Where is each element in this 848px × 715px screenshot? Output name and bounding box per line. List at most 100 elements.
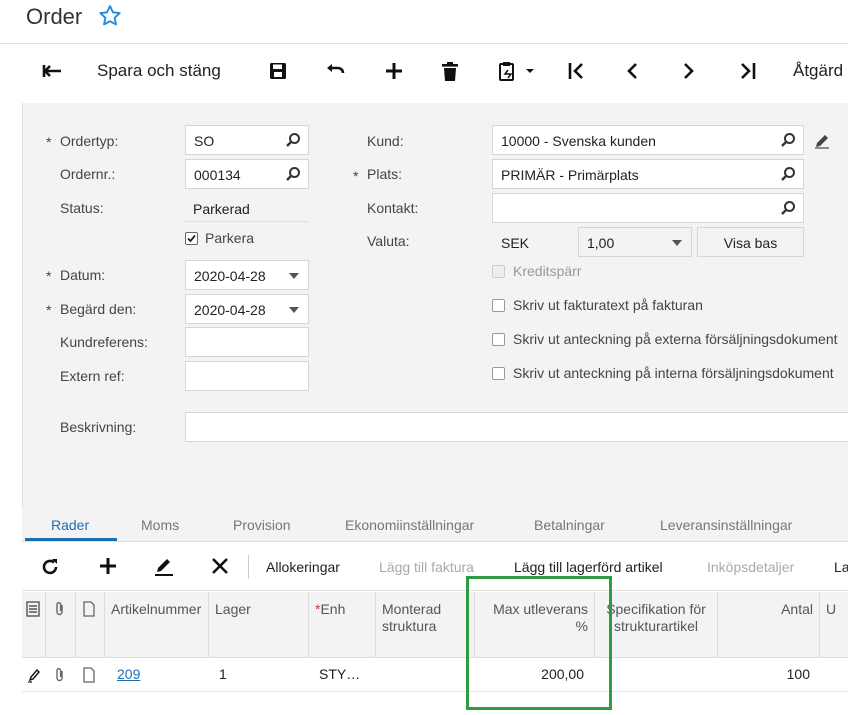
skriv-fakturatext-checkbox[interactable]: [492, 299, 505, 312]
tab-rader[interactable]: Rader: [51, 517, 89, 533]
visa-bas-button[interactable]: Visa bas: [697, 227, 804, 257]
last-record-icon[interactable]: [736, 57, 760, 85]
grid-toolbar: Allokeringar Lägg till faktura Lägg till…: [22, 543, 848, 591]
row-paperclip-icon[interactable]: [53, 667, 67, 686]
col-files[interactable]: [76, 592, 105, 658]
col-artikelnummer[interactable]: Artikelnummer: [105, 592, 209, 658]
delete-icon[interactable]: [439, 57, 461, 85]
col-attachments[interactable]: [46, 592, 76, 658]
paperclip-icon: [56, 602, 63, 616]
refresh-icon[interactable]: [40, 557, 60, 580]
active-tab-indicator: [25, 538, 117, 541]
delete-row-icon[interactable]: [211, 557, 229, 578]
parkera-checkbox[interactable]: [185, 232, 198, 245]
next-record-icon[interactable]: [677, 57, 701, 85]
previous-record-icon[interactable]: [620, 57, 644, 85]
add-row-icon[interactable]: [99, 557, 117, 578]
grid-header: Artikelnummer Lager *Enh Monterad strukt…: [22, 592, 848, 658]
externref-field[interactable]: [185, 361, 309, 391]
back-arrow-icon[interactable]: [38, 57, 66, 85]
save-close-button[interactable]: Spara och stäng: [97, 57, 221, 85]
lagg-till-lagerford-button[interactable]: Lägg till lagerförd artikel: [514, 559, 663, 575]
actions-label: Åtgärd: [793, 61, 844, 80]
search-icon[interactable]: [285, 166, 301, 185]
search-icon[interactable]: [780, 200, 796, 219]
inkopsdetaljer-button[interactable]: Inköpsdetaljer: [707, 559, 794, 575]
row-antal: 100: [786, 666, 810, 682]
plats-field[interactable]: PRIMÄR - Primärplats: [492, 159, 804, 189]
status-value: Parkerad: [193, 201, 250, 217]
highlight-annotation: [466, 576, 612, 710]
allokeringar-button[interactable]: Allokeringar: [266, 559, 340, 575]
col-enh[interactable]: *Enh: [309, 592, 376, 658]
kreditsparr-label: Kreditspärr: [513, 263, 582, 279]
more-toolbar-button[interactable]: La: [834, 559, 848, 575]
beskrivning-field[interactable]: [185, 412, 848, 442]
search-icon[interactable]: [780, 132, 796, 151]
lagg-till-faktura-button[interactable]: Lägg till faktura: [379, 559, 474, 575]
search-icon[interactable]: [285, 132, 301, 151]
edit-pencil-icon[interactable]: [814, 133, 830, 152]
datum-field[interactable]: 2020-04-28: [185, 260, 309, 290]
tab-moms[interactable]: Moms: [141, 517, 179, 533]
row-edit-pencil-icon[interactable]: [27, 667, 41, 686]
ordernr-label: Ordernr.:: [60, 166, 116, 182]
tab-betalningar[interactable]: Betalningar: [534, 517, 605, 533]
ordernr-value: 000134: [194, 167, 241, 183]
tab-ekonomiinstallningar[interactable]: Ekonomiinställningar: [345, 517, 474, 533]
skriv-fakturatext-label: Skriv ut fakturatext på fakturan: [513, 297, 703, 313]
chevron-down-icon[interactable]: [672, 240, 682, 246]
col-lager[interactable]: Lager: [209, 592, 309, 658]
grid-empty-area: [22, 692, 848, 715]
row-file-icon[interactable]: [82, 667, 96, 686]
clipboard-dropdown-icon[interactable]: [496, 57, 538, 85]
first-record-icon[interactable]: [564, 57, 588, 85]
begard-field[interactable]: 2020-04-28: [185, 294, 309, 324]
kund-value: 10000 - Svenska kunden: [501, 133, 656, 149]
col-specifikation[interactable]: Specifikation för strukturartikel: [595, 592, 718, 658]
skriv-interna-checkbox[interactable]: [492, 367, 505, 380]
chevron-down-icon[interactable]: [289, 273, 299, 279]
col-antal[interactable]: Antal: [718, 592, 820, 658]
ordertyp-label: Ordertyp:: [60, 133, 119, 149]
add-icon[interactable]: [382, 57, 406, 85]
valuta-label: Valuta:: [367, 233, 410, 249]
kund-field[interactable]: 10000 - Svenska kunden: [492, 125, 804, 155]
col-monterad[interactable]: Monterad struktura: [376, 592, 475, 658]
tab-leveransinstallningar[interactable]: Leveransinställningar: [660, 517, 792, 533]
kreditsparr-checkbox: [492, 265, 505, 278]
toolbar-divider: [248, 555, 249, 579]
chevron-down-icon[interactable]: [289, 307, 299, 313]
col-u[interactable]: U: [820, 592, 848, 658]
edit-icon[interactable]: [154, 557, 174, 580]
title-bar: Order: [0, 0, 848, 44]
skriv-interna-label: Skriv ut anteckning på interna försäljni…: [513, 365, 834, 381]
row-artikel-link[interactable]: 209: [117, 666, 140, 682]
kund-label: Kund:: [367, 133, 404, 149]
detail-tabs: Rader Moms Provision Ekonomiinställninga…: [22, 508, 848, 542]
undo-icon[interactable]: [322, 57, 348, 85]
save-icon[interactable]: [266, 57, 290, 85]
actions-menu[interactable]: Åtgärd: [793, 57, 843, 85]
beskrivning-label: Beskrivning:: [60, 419, 137, 435]
order-header-form: * Ordertyp: SO Ordernr.: 000134 Status: …: [22, 103, 848, 508]
ordertyp-field[interactable]: SO: [185, 125, 309, 155]
col-enh-label: Enh: [320, 601, 346, 617]
col-notes[interactable]: [22, 592, 46, 658]
plats-value: PRIMÄR - Primärplats: [501, 167, 639, 183]
kundref-field[interactable]: [185, 327, 309, 357]
tab-provision[interactable]: Provision: [233, 517, 291, 533]
plats-label: Plats:: [367, 166, 403, 182]
skriv-externa-checkbox[interactable]: [492, 333, 505, 346]
search-icon[interactable]: [780, 166, 796, 185]
ordernr-field[interactable]: 000134: [185, 159, 309, 189]
parkera-label: Parkera: [205, 230, 255, 246]
valuta-rate-value: 1,00: [587, 235, 615, 251]
required-marker: *: [46, 268, 52, 284]
valuta-rate-field[interactable]: 1,00: [578, 227, 692, 257]
required-marker: *: [353, 168, 359, 184]
table-row[interactable]: 209 1 STY… 200,00 100: [22, 658, 848, 692]
star-icon[interactable]: [96, 2, 124, 33]
kontakt-field[interactable]: [492, 193, 804, 223]
datum-value: 2020-04-28: [194, 268, 266, 284]
